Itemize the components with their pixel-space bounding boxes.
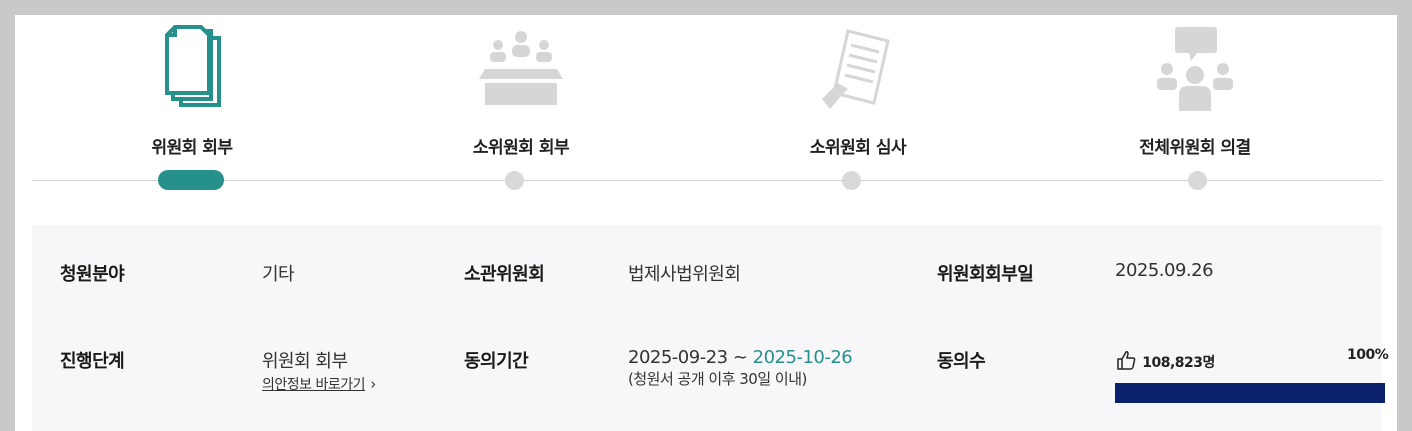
- stage-label: 진행단계: [60, 351, 125, 372]
- period-end: 2025-10-26: [752, 347, 853, 368]
- period-value: 2025-09-23 ~ 2025-10-26 (청원서 공개 이후 30일 이…: [628, 347, 853, 389]
- agree-progress-fill: [1115, 383, 1385, 403]
- bill-info-link[interactable]: 의안정보 바로가기: [262, 377, 366, 393]
- step-indicator: [842, 171, 861, 190]
- step-subcommittee-review: 소위원회 심사: [738, 15, 978, 158]
- petition-info-table: 청원분야 기타 소관위원회 법제사법위원회 위원회회부일 2025.09.26 …: [32, 225, 1389, 431]
- step-committee-referral: 위원회 회부: [72, 15, 312, 158]
- field-value: 기타: [262, 264, 295, 285]
- step-indicator-active: [158, 170, 224, 190]
- stage-value: 위원회 회부 의안정보 바로가기 ›: [262, 347, 376, 394]
- referral-date-label: 위원회회부일: [937, 264, 1034, 285]
- agree-count-row: 108,823명: [1115, 349, 1215, 372]
- chevron-right-icon: ›: [370, 375, 376, 393]
- step-full-committee-vote: 전체위원회 의결: [1075, 15, 1315, 158]
- agree-progress-bar: [1115, 383, 1385, 403]
- stage-value-text: 위원회 회부: [262, 351, 348, 372]
- step-indicator: [1188, 171, 1207, 190]
- referral-date-value: 2025.09.26: [1115, 260, 1214, 281]
- committee-label: 소관위원회: [464, 264, 545, 285]
- step-label: 소위원회 회부: [472, 138, 570, 158]
- step-indicator: [505, 171, 524, 190]
- document-review-icon: [822, 29, 890, 109]
- step-subcommittee-referral: 소위원회 회부: [401, 15, 641, 158]
- progress-steps: 위원회 회부 소위원회 회부 소위원회 심사 전체위원회 의결: [15, 15, 1397, 215]
- field-label: 청원분야: [60, 264, 125, 285]
- thumbs-up-icon: [1117, 351, 1136, 370]
- meeting-table-icon: [479, 31, 563, 105]
- petition-status-panel: 위원회 회부 소위원회 회부 소위원회 심사 전체위원회 의결 청원분야 기타 …: [15, 15, 1397, 431]
- step-label: 전체위원회 의결: [1139, 138, 1251, 158]
- committee-value: 법제사법위원회: [628, 264, 741, 285]
- period-note: (청원서 공개 이후 30일 이내): [628, 370, 807, 388]
- agree-percent: 100%: [1347, 347, 1389, 363]
- bill-info-link-row[interactable]: 의안정보 바로가기 ›: [262, 373, 376, 394]
- documents-icon: [165, 25, 221, 107]
- discussion-group-icon: [1157, 27, 1233, 111]
- step-label: 위원회 회부: [151, 138, 233, 158]
- progress-line: [32, 180, 1382, 181]
- period-label: 동의기간: [464, 351, 529, 372]
- agree-label: 동의수: [937, 351, 986, 372]
- agree-count: 108,823명: [1142, 355, 1215, 371]
- period-start: 2025-09-23 ~: [628, 347, 753, 368]
- step-label: 소위원회 심사: [809, 138, 907, 158]
